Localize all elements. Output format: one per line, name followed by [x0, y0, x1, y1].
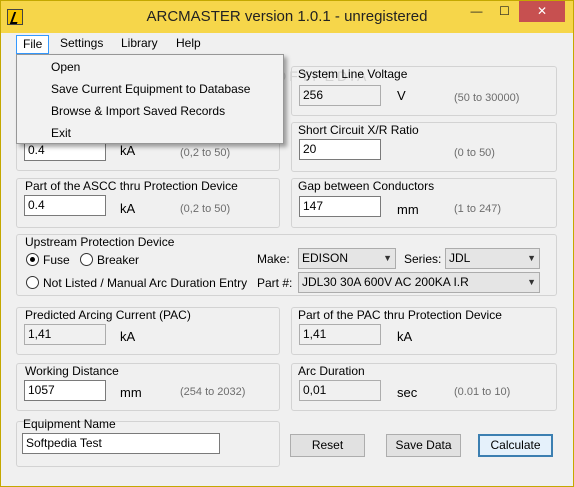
menu-file[interactable]: File [16, 35, 50, 54]
part-label: Part #: [257, 276, 293, 290]
menu-bar: File Settings Library Help [1, 33, 573, 54]
part-select[interactable]: JDL30 30A 600V AC 200KA I.R ▼ [298, 272, 540, 293]
fuse-radio-label[interactable]: Fuse [43, 253, 70, 267]
file-menu-browse-import[interactable]: Browse & Import Saved Records [51, 104, 225, 118]
gap-unit: mm [397, 202, 419, 217]
make-select-value: EDISON [302, 251, 349, 265]
menu-help[interactable]: Help [170, 35, 207, 54]
gap-group: Gap between Conductors 147 mm (1 to 247) [291, 178, 557, 228]
pac-group: Predicted Arcing Current (PAC) 1,41 kA [16, 307, 280, 355]
arc-duration-group: Arc Duration 0,01 sec (0.01 to 10) [291, 363, 557, 411]
ascc-part-input[interactable]: 0.4 [24, 195, 106, 216]
app-window: ARCMASTER version 1.0.1 - unregistered —… [0, 0, 574, 487]
bolted-fault-unit: kA [120, 143, 136, 158]
breaker-radio[interactable] [80, 253, 93, 266]
file-menu-save-to-database[interactable]: Save Current Equipment to Database [51, 82, 250, 96]
file-menu-open[interactable]: Open [51, 60, 80, 74]
ascc-part-unit: kA [120, 201, 136, 216]
make-select[interactable]: EDISON ▼ [298, 248, 396, 269]
series-label: Series: [404, 252, 442, 266]
ascc-part-group: Part of the ASCC thru Protection Device … [16, 178, 280, 228]
upstream-device-label: Upstream Protection Device [25, 235, 175, 249]
bolted-fault-range: (0,2 to 50) [180, 147, 231, 159]
gap-range: (1 to 247) [454, 203, 502, 215]
series-select[interactable]: JDL ▼ [445, 248, 540, 269]
pac-input[interactable]: 1,41 [24, 324, 106, 345]
working-distance-label: Working Distance [25, 364, 119, 378]
arc-duration-range: (0.01 to 10) [454, 386, 511, 398]
equipment-name-label: Equipment Name [23, 417, 116, 431]
system-voltage-input[interactable]: 256 [299, 85, 381, 106]
working-distance-range: (254 to 2032) [180, 386, 246, 398]
xr-ratio-group: Short Circuit X/R Ratio 20 (0 to 50) [291, 122, 557, 172]
menu-library[interactable]: Library [115, 35, 164, 54]
gap-input[interactable]: 147 [299, 196, 381, 217]
system-voltage-range: (50 to 30000) [454, 92, 520, 104]
system-voltage-label: System Line Voltage [298, 67, 408, 81]
arc-duration-unit: sec [397, 385, 418, 400]
upstream-device-group: Upstream Protection Device Fuse Breaker … [16, 234, 557, 296]
pac-part-input[interactable]: 1,41 [299, 324, 381, 345]
file-menu-exit[interactable]: Exit [51, 126, 71, 140]
close-button[interactable]: ✕ [519, 1, 565, 22]
make-label: Make: [257, 252, 290, 266]
working-distance-input[interactable]: 1057 [24, 380, 106, 401]
title-bar[interactable]: ARCMASTER version 1.0.1 - unregistered —… [1, 1, 573, 33]
chevron-down-icon: ▼ [383, 253, 392, 263]
pac-part-label: Part of the PAC thru Protection Device [298, 308, 502, 322]
minimize-button[interactable]: — [463, 1, 490, 22]
xr-ratio-range: (0 to 50) [454, 147, 495, 159]
xr-ratio-input[interactable]: 20 [299, 139, 381, 160]
file-menu-dropdown: Open Save Current Equipment to Database … [16, 54, 284, 144]
equipment-name-input[interactable]: Softpedia Test [22, 433, 220, 454]
fuse-radio[interactable] [26, 253, 39, 266]
working-distance-unit: mm [120, 385, 142, 400]
breaker-radio-label[interactable]: Breaker [97, 253, 139, 267]
manual-entry-radio[interactable] [26, 276, 39, 289]
pac-unit: kA [120, 329, 136, 344]
series-select-value: JDL [449, 251, 471, 265]
calculate-button[interactable]: Calculate [478, 434, 553, 457]
chevron-down-icon: ▼ [527, 277, 536, 287]
pac-label: Predicted Arcing Current (PAC) [25, 308, 191, 322]
ascc-part-label: Part of the ASCC thru Protection Device [25, 179, 238, 193]
ascc-part-range: (0,2 to 50) [180, 203, 231, 215]
system-voltage-unit: V [397, 88, 406, 103]
part-select-value: JDL30 30A 600V AC 200KA I.R [302, 275, 469, 289]
xr-ratio-label: Short Circuit X/R Ratio [298, 123, 419, 137]
maximize-button[interactable]: ☐ [491, 1, 518, 22]
arc-duration-input[interactable]: 0,01 [299, 380, 381, 401]
reset-button[interactable]: Reset [290, 434, 365, 457]
equipment-name-group: Equipment Name Softpedia Test [16, 417, 280, 467]
arc-duration-label: Arc Duration [298, 364, 365, 378]
system-voltage-group: System Line Voltage 256 V (50 to 30000) [291, 66, 557, 116]
save-data-button[interactable]: Save Data [386, 434, 461, 457]
pac-part-unit: kA [397, 329, 413, 344]
pac-part-group: Part of the PAC thru Protection Device 1… [291, 307, 557, 355]
menu-settings[interactable]: Settings [54, 35, 109, 54]
working-distance-group: Working Distance 1057 mm (254 to 2032) [16, 363, 280, 411]
manual-entry-radio-label[interactable]: Not Listed / Manual Arc Duration Entry [43, 276, 247, 290]
chevron-down-icon: ▼ [527, 253, 536, 263]
gap-label: Gap between Conductors [298, 179, 435, 193]
